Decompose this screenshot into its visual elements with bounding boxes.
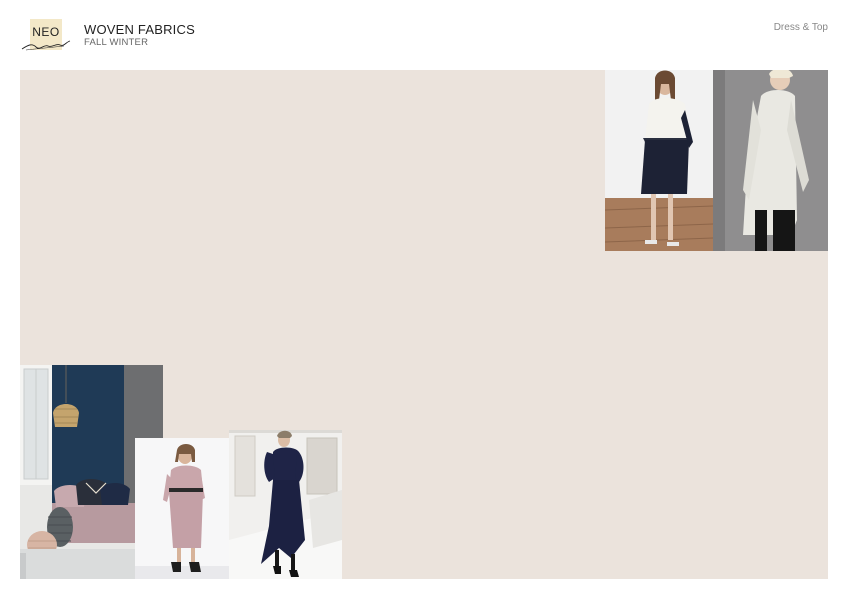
page-subtitle: FALL WINTER (84, 37, 149, 48)
page-title: WOVEN FABRICS (84, 22, 195, 37)
logo-script-signature (21, 40, 71, 51)
model-white-top-navy-skirt-photo (605, 70, 713, 251)
model-pink-dress-photo (135, 438, 229, 579)
model-navy-ruffle-dress-photo (229, 430, 342, 579)
model-long-white-top-photo (713, 70, 828, 251)
category-label: Dress & Top (773, 22, 828, 33)
brand-logo: NEO (20, 19, 72, 53)
